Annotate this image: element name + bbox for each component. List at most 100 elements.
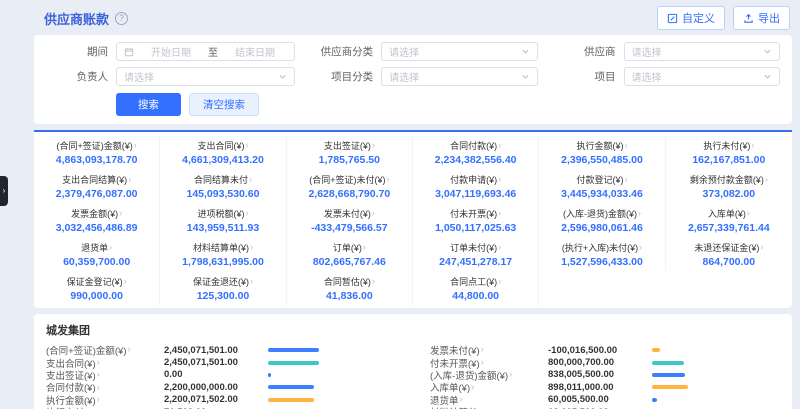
- metric-row[interactable]: 入库单(¥)898,011,000.00: [430, 381, 780, 393]
- stat-label: (入库-退货)金额(¥): [563, 207, 637, 220]
- stat-card[interactable]: 付未开票(¥)1,050,117,025.63: [413, 203, 539, 237]
- stat-card[interactable]: (合同+签证)金额(¥)4,863,093,178.70: [34, 135, 160, 169]
- stat-value: 864,700.00: [669, 256, 789, 268]
- supplier-category-select[interactable]: 请选择: [381, 42, 537, 61]
- drawer-handle[interactable]: [0, 176, 8, 206]
- stat-card[interactable]: 材料结算单(¥)1,798,631,995.00: [160, 237, 286, 271]
- stat-value: 990,000.00: [37, 290, 156, 302]
- stat-card[interactable]: 订单未付(¥)247,451,278.17: [413, 237, 539, 271]
- stat-card[interactable]: (执行+入库)未付(¥)1,527,596,433.00: [539, 237, 665, 271]
- stat-card[interactable]: 保证金登记(¥)990,000.00: [34, 271, 160, 305]
- stat-value: 3,047,119,693.46: [416, 188, 535, 200]
- owner-label: 负责人: [46, 69, 108, 84]
- owner-select[interactable]: 请选择: [116, 67, 295, 86]
- project-select[interactable]: 请选择: [624, 67, 780, 86]
- chevron-right-icon: [747, 209, 750, 218]
- stat-card[interactable]: 付款申请(¥)3,047,119,693.46: [413, 169, 539, 203]
- stat-label: 合同付款(¥): [450, 139, 497, 152]
- project-category-select[interactable]: 请选择: [381, 67, 537, 86]
- metric-label: 材料结算单(¥): [430, 405, 489, 409]
- end-date-placeholder: 结束日期: [223, 44, 287, 59]
- stat-card[interactable]: 订单(¥)802,665,767.46: [287, 237, 413, 271]
- period-date-range-input[interactable]: 开始日期 至 结束日期: [116, 42, 295, 61]
- chevron-right-icon: [481, 358, 484, 368]
- chevron-right-icon: [498, 243, 501, 252]
- stat-value: 2,379,476,087.00: [37, 188, 156, 200]
- stat-card[interactable]: 发票金额(¥)3,032,456,486.89: [34, 203, 160, 237]
- search-button[interactable]: 搜索: [116, 93, 181, 116]
- stat-card[interactable]: 支出合同(¥)4,661,309,413.20: [160, 135, 286, 169]
- stat-card[interactable]: 入库单(¥)2,657,339,761.44: [666, 203, 792, 237]
- stat-card[interactable]: 执行未付(¥)162,167,851.00: [666, 135, 792, 169]
- stat-card[interactable]: 付款登记(¥)3,445,934,033.46: [539, 169, 665, 203]
- chevron-right-icon: [128, 345, 131, 355]
- metric-row[interactable]: (合同+签证)金额(¥)2,450,071,501.00: [46, 344, 396, 356]
- help-icon[interactable]: [115, 12, 128, 25]
- metric-bar: [652, 373, 685, 377]
- stat-value: 2,396,550,485.00: [542, 154, 661, 166]
- metric-row[interactable]: (入库-退货)金额(¥)838,005,500.00: [430, 369, 780, 381]
- metric-row[interactable]: 合同付款(¥)2,200,000,000.00: [46, 381, 396, 393]
- metric-row[interactable]: 支出签证(¥)0.00: [46, 369, 396, 381]
- chevron-right-icon: [498, 277, 501, 286]
- chevron-right-icon: [245, 209, 248, 218]
- stat-label: (执行+入库)未付(¥): [562, 241, 638, 254]
- stat-card[interactable]: 合同付款(¥) 2,234,382,556.40: [413, 135, 539, 169]
- group-panel: 城发集团 (合同+签证)金额(¥)2,450,071,501.00 支出合同(¥…: [34, 314, 792, 409]
- stat-card[interactable]: 保证金退还(¥)125,300.00: [160, 271, 286, 305]
- chevron-down-icon: [521, 72, 530, 81]
- chevron-right-icon: [372, 277, 375, 286]
- stat-card[interactable]: 退货单60,359,700.00: [34, 237, 160, 271]
- chevron-right-icon: [119, 209, 122, 218]
- metric-label: 执行未付(¥): [46, 405, 96, 409]
- chevron-down-icon: [521, 47, 530, 56]
- chevron-right-icon: [498, 209, 501, 218]
- stat-card[interactable]: 剩余预付款金额(¥)373,082.00: [666, 169, 792, 203]
- stat-label: 合同暂估(¥): [324, 275, 371, 288]
- stat-card[interactable]: 进项税额(¥)143,959,511.93: [160, 203, 286, 237]
- clear-search-button[interactable]: 清空搜索: [189, 93, 259, 116]
- stat-label: 入库单(¥): [708, 207, 746, 220]
- stat-card[interactable]: 未退还保证金(¥)864,700.00: [666, 237, 792, 271]
- chevron-left-icon: [3, 187, 6, 195]
- start-date-placeholder: 开始日期: [139, 44, 203, 59]
- customize-button[interactable]: 自定义: [657, 6, 725, 30]
- stat-card[interactable]: 合同暂估(¥)41,836.00: [287, 271, 413, 305]
- chevron-right-icon: [760, 243, 763, 252]
- supplier-select[interactable]: 请选择: [624, 42, 780, 61]
- metric-row[interactable]: 付未开票(¥)800,000,700.00: [430, 356, 780, 368]
- stat-label: 发票未付(¥): [324, 207, 371, 220]
- metric-row[interactable]: 发票未付(¥)-100,016,500.00: [430, 344, 780, 356]
- stat-value: 1,050,117,025.63: [416, 222, 535, 234]
- stat-value: 3,445,934,033.46: [542, 188, 661, 200]
- stat-value: 4,863,093,178.70: [37, 154, 156, 166]
- metric-row[interactable]: 支出合同(¥)2,450,071,501.00: [46, 356, 396, 368]
- chevron-right-icon: [363, 243, 366, 252]
- chevron-right-icon: [97, 370, 100, 380]
- metric-bar: [652, 398, 657, 402]
- chevron-right-icon: [624, 175, 627, 184]
- chevron-right-icon: [97, 395, 100, 405]
- stat-card[interactable]: (合同+签证)未付(¥)2,628,668,790.70: [287, 169, 413, 203]
- stat-card[interactable]: 支出合同结算(¥)2,379,476,087.00: [34, 169, 160, 203]
- chevron-right-icon: [250, 243, 253, 252]
- stat-card[interactable]: 合同点工(¥)44,800.00: [413, 271, 539, 305]
- stat-card[interactable]: 合同结算未付145,093,530.60: [160, 169, 286, 203]
- stat-card[interactable]: 发票未付(¥)-433,479,566.57: [287, 203, 413, 237]
- metric-value: 2,450,071,501.00: [164, 345, 268, 356]
- date-range-separator: 至: [208, 44, 218, 59]
- stat-card[interactable]: 支出签证(¥)1,785,765.50: [287, 135, 413, 169]
- stat-card[interactable]: 执行金额(¥)2,396,550,485.00: [539, 135, 665, 169]
- metric-row[interactable]: 退货单60,005,500.00: [430, 394, 780, 406]
- supplier-category-label: 供应商分类: [311, 44, 373, 59]
- metric-value: -100,016,500.00: [548, 345, 652, 356]
- chevron-right-icon: [249, 175, 252, 184]
- top-bar: 供应商账款 自定义 导出: [0, 0, 800, 35]
- chevron-down-icon: [763, 72, 772, 81]
- chevron-right-icon: [471, 383, 474, 393]
- stat-value: 2,234,382,556.40: [416, 154, 535, 166]
- stat-card[interactable]: (入库-退货)金额(¥)2,596,980,061.46: [539, 203, 665, 237]
- metric-row[interactable]: 执行金额(¥)2,200,071,502.00: [46, 394, 396, 406]
- group-title: 城发集团: [46, 322, 780, 338]
- export-button[interactable]: 导出: [733, 6, 790, 30]
